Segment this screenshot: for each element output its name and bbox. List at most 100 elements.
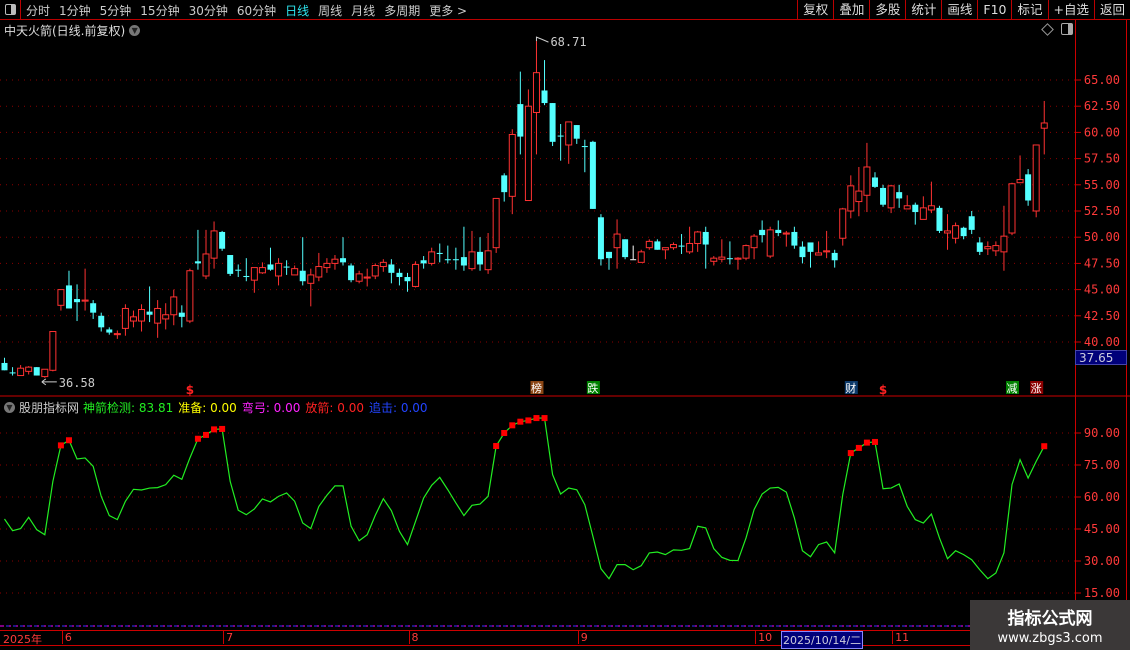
candle bbox=[637, 249, 645, 263]
indicator-tick-label: 90.00 bbox=[1084, 426, 1120, 440]
candle-body bbox=[121, 307, 129, 329]
candle-body bbox=[1032, 144, 1040, 212]
candle-body bbox=[702, 231, 709, 245]
candle-body bbox=[291, 268, 299, 276]
indicator-name[interactable]: 股朋指标网 bbox=[19, 399, 79, 416]
candle bbox=[517, 71, 524, 155]
candle-body bbox=[903, 205, 911, 210]
candle-body bbox=[412, 263, 420, 287]
candle-body bbox=[645, 240, 653, 249]
candle-body bbox=[992, 245, 1000, 252]
price-tick-label: 42.50 bbox=[1084, 309, 1120, 323]
candle bbox=[887, 184, 895, 214]
candle-body bbox=[202, 253, 210, 277]
candle-body bbox=[404, 277, 411, 282]
candle-body bbox=[976, 242, 983, 252]
candle-body bbox=[194, 261, 201, 264]
candle bbox=[750, 234, 758, 260]
candle bbox=[49, 331, 57, 372]
event-badge-label: 涨 bbox=[1031, 382, 1042, 395]
candle bbox=[541, 60, 548, 106]
indicator-field: 神箭检测: 83.81 bbox=[83, 401, 174, 415]
candle bbox=[194, 229, 201, 270]
candle bbox=[782, 230, 790, 247]
candle bbox=[630, 245, 637, 261]
candle-body bbox=[637, 251, 645, 263]
candle-body bbox=[863, 166, 871, 196]
kline-chart[interactable]: 65.00 62.50 60.00 57.50 55.00 52.50 50.00 47.50… bbox=[0, 0, 1130, 650]
candle-body bbox=[25, 366, 33, 372]
candle bbox=[815, 241, 823, 256]
month-label: 7 bbox=[223, 631, 233, 644]
candle bbox=[1032, 144, 1040, 218]
event-badge-label: 跌 bbox=[587, 381, 598, 395]
candle-body bbox=[750, 235, 758, 249]
candle bbox=[275, 258, 283, 286]
candle bbox=[436, 243, 443, 263]
chevron-down-icon[interactable]: ▼ bbox=[4, 402, 15, 413]
candle-body bbox=[823, 250, 831, 253]
indicator-tick-label: 75.00 bbox=[1084, 458, 1120, 472]
signal-marker bbox=[863, 439, 870, 446]
candle-body bbox=[331, 258, 339, 264]
candle bbox=[41, 368, 49, 378]
candle-body bbox=[460, 257, 467, 266]
month-label: 8 bbox=[408, 631, 419, 644]
price-tick-label: 60.00 bbox=[1084, 125, 1120, 139]
signal-marker bbox=[501, 430, 508, 436]
candle bbox=[597, 214, 604, 266]
candle-body bbox=[597, 217, 604, 260]
candle-body bbox=[968, 216, 975, 230]
candle-body bbox=[726, 258, 733, 260]
candle bbox=[250, 267, 258, 293]
candle-body bbox=[65, 285, 72, 309]
candle-body bbox=[952, 225, 960, 239]
candle bbox=[1040, 100, 1048, 155]
signal-marker bbox=[203, 431, 209, 438]
candle-body bbox=[428, 251, 436, 264]
price-tick-label: 50.00 bbox=[1084, 230, 1120, 244]
candle bbox=[106, 327, 113, 335]
indicator-field: 追击: 0.00 bbox=[368, 401, 428, 415]
candle-body bbox=[1016, 179, 1024, 184]
candle-body bbox=[235, 269, 242, 271]
candle bbox=[807, 242, 814, 268]
candle-body bbox=[630, 259, 637, 261]
candle-body bbox=[420, 260, 427, 264]
candle-body bbox=[129, 316, 137, 322]
candle-body bbox=[299, 270, 306, 282]
candle bbox=[129, 310, 137, 328]
candle bbox=[823, 230, 831, 259]
candle bbox=[307, 268, 315, 307]
candle-body bbox=[452, 259, 459, 261]
indicator-tick-label: 45.00 bbox=[1084, 522, 1120, 536]
candle-body bbox=[613, 233, 621, 249]
candle bbox=[444, 245, 451, 264]
candle bbox=[1025, 169, 1032, 206]
candle bbox=[492, 197, 500, 253]
candle bbox=[654, 239, 661, 250]
candle-body bbox=[258, 267, 266, 274]
candle-body bbox=[81, 299, 89, 302]
candle-body bbox=[219, 231, 226, 249]
candle-body bbox=[323, 262, 331, 269]
candle bbox=[460, 226, 467, 271]
candle-body bbox=[1008, 183, 1016, 234]
candle bbox=[734, 257, 742, 270]
candle bbox=[702, 226, 709, 269]
candle bbox=[718, 239, 726, 263]
candle-body bbox=[686, 242, 694, 253]
candle bbox=[968, 211, 975, 235]
candle bbox=[299, 237, 306, 286]
candle-body bbox=[759, 229, 766, 236]
candle bbox=[855, 166, 863, 217]
candle-body bbox=[315, 266, 323, 278]
candle-body bbox=[492, 197, 500, 249]
candle bbox=[57, 289, 65, 311]
candle-body bbox=[775, 229, 782, 234]
candle-body bbox=[766, 229, 774, 257]
candle bbox=[896, 184, 903, 208]
candle bbox=[976, 237, 983, 256]
candle bbox=[992, 241, 1000, 257]
candle bbox=[219, 230, 226, 251]
